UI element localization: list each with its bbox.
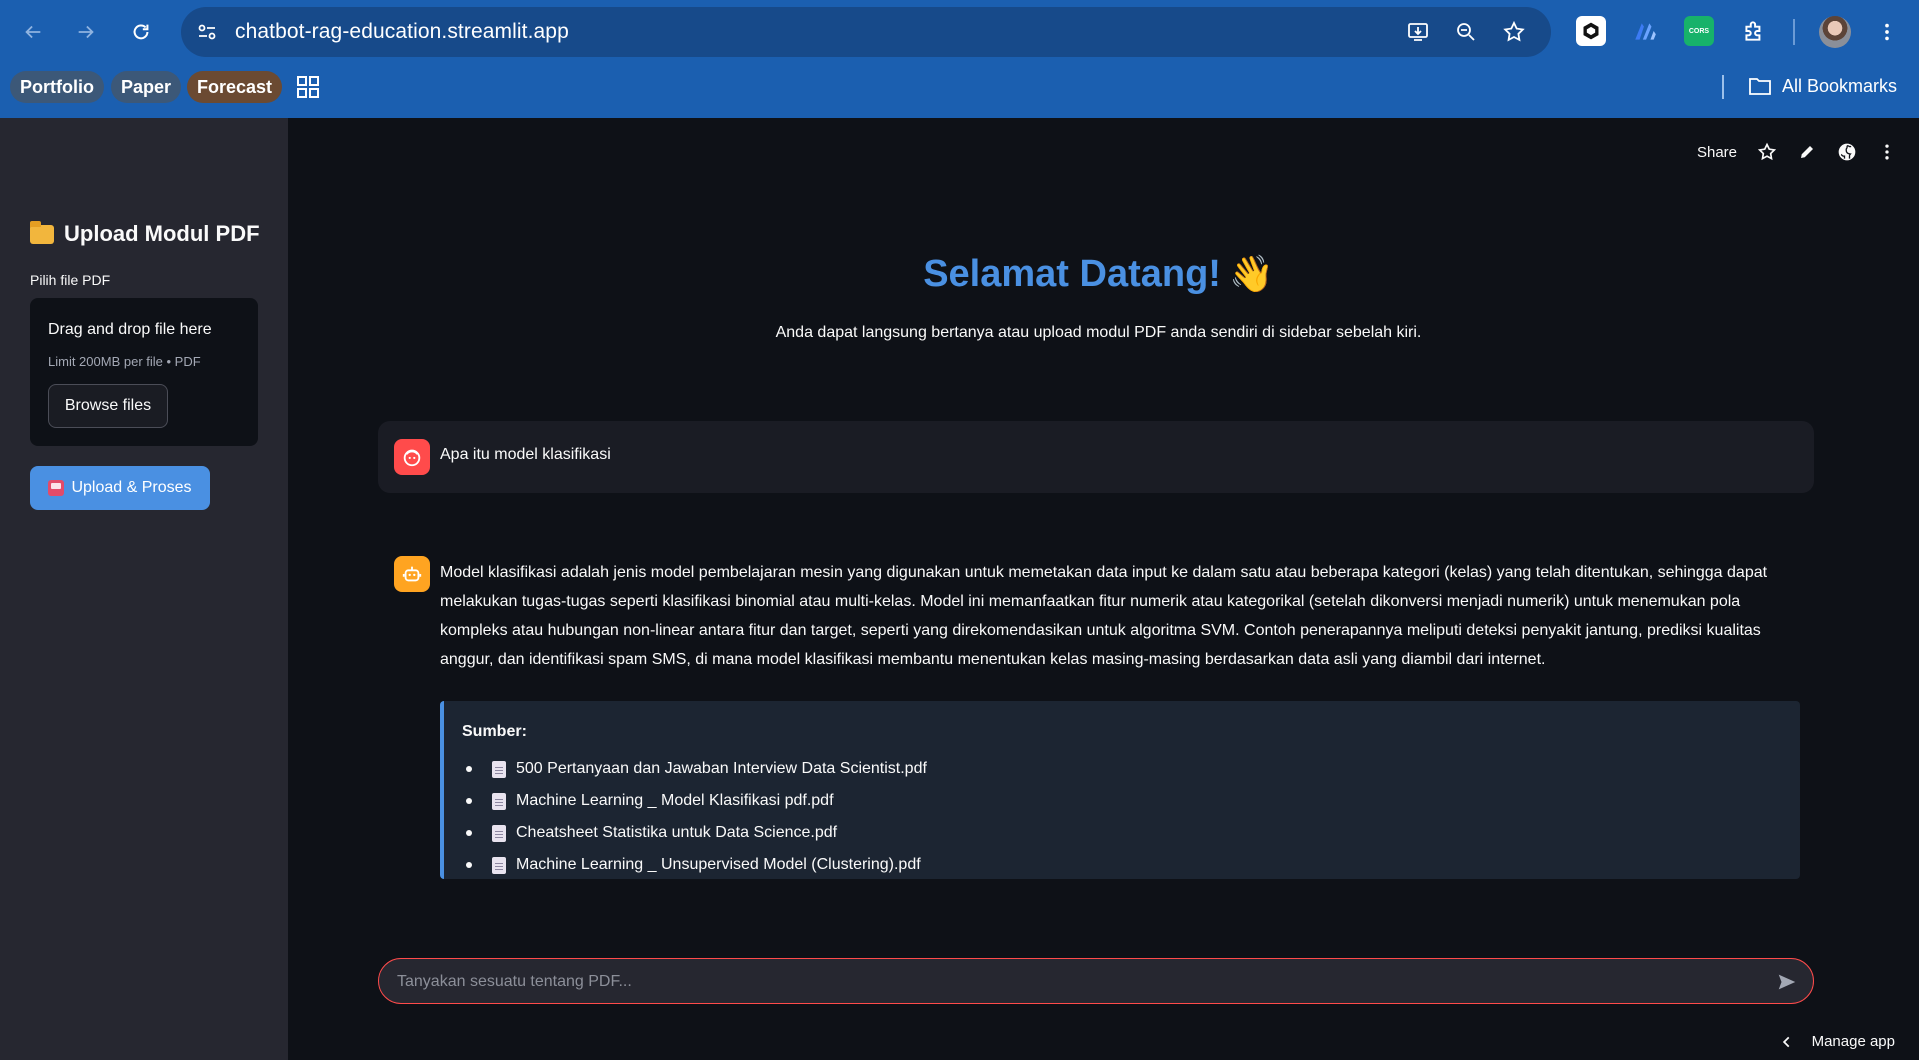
arrow-left-icon (25, 25, 41, 39)
app-toolbar: Share (1697, 142, 1897, 162)
bullet (466, 830, 472, 836)
address-bar[interactable]: chatbot-rag-education.streamlit.app (181, 7, 1551, 57)
inbox-tray-icon (48, 480, 65, 496)
source-item: Cheatsheet Statistika untuk Data Science… (462, 817, 927, 849)
robot-icon (402, 566, 422, 582)
github-icon (1838, 143, 1856, 161)
dropzone-limit: Limit 200MB per file • PDF (48, 354, 201, 369)
toolbar-divider (1793, 19, 1795, 45)
source-name: Machine Learning _ Model Klasifikasi pdf… (516, 792, 834, 809)
chat-input[interactable] (397, 968, 1757, 996)
install-icon (1408, 23, 1428, 41)
reload-icon (133, 24, 149, 40)
document-icon (492, 760, 506, 778)
all-bookmarks-label: All Bookmarks (1782, 75, 1898, 96)
star-icon (1757, 142, 1777, 161)
more-vertical-icon (1885, 23, 1889, 41)
reload-button[interactable] (122, 13, 160, 51)
document-icon (492, 856, 506, 874)
folder-outline-icon (1749, 78, 1771, 95)
sidebar: Upload Modul PDF Pilih file PDF Drag and… (0, 118, 288, 1060)
app-menu-button[interactable] (1877, 142, 1897, 162)
bullet (466, 766, 472, 772)
document-icon (492, 792, 506, 810)
site-settings-icon[interactable] (195, 20, 219, 44)
user-face-icon (403, 449, 421, 467)
profile-avatar[interactable] (1819, 16, 1851, 48)
source-item: Machine Learning _ Model Klasifikasi pdf… (462, 785, 927, 817)
bullet (466, 862, 472, 868)
install-app-button[interactable] (1404, 18, 1432, 46)
streamlit-extension[interactable] (1630, 16, 1660, 46)
pencil-icon (1801, 146, 1813, 158)
zoom-out-icon (1457, 23, 1475, 41)
star-outline-icon (1503, 20, 1525, 42)
user-message: Apa itu model klasifikasi (378, 421, 1814, 493)
extensions-button[interactable] (1739, 16, 1769, 46)
apps-grid-icon[interactable] (296, 75, 320, 99)
source-name: Machine Learning _ Unsupervised Model (C… (516, 856, 921, 873)
edit-button[interactable] (1797, 142, 1817, 162)
file-uploader-label: Pilih file PDF (30, 272, 111, 288)
share-button[interactable]: Share (1697, 144, 1737, 161)
sources-list: 500 Pertanyaan dan Jawaban Interview Dat… (462, 753, 927, 881)
back-button[interactable] (14, 13, 52, 51)
assistant-message-text: Model klasifikasi adalah jenis model pem… (440, 564, 1768, 668)
browser-toolbar: chatbot-rag-education.streamlit.app CORS (0, 0, 1919, 64)
puzzle-icon (1745, 21, 1761, 41)
upload-process-label: Upload & Proses (71, 479, 192, 496)
bookmark-star-button[interactable] (1500, 18, 1528, 46)
send-button[interactable] (1775, 970, 1799, 994)
browse-files-button[interactable]: Browse files (48, 384, 168, 428)
welcome-heading: Selamat Datang! 👋 (288, 253, 1909, 296)
send-icon (1778, 974, 1796, 990)
waving-hand-icon: 👋 (1228, 253, 1274, 294)
browser-menu-button[interactable] (1868, 13, 1906, 51)
user-avatar (394, 439, 430, 475)
bookmark-portfolio[interactable]: Portfolio (10, 71, 104, 103)
bookmark-paper[interactable]: Paper (111, 71, 182, 103)
welcome-text: Selamat Datang! (923, 253, 1221, 295)
source-name: 500 Pertanyaan dan Jawaban Interview Dat… (516, 760, 927, 777)
main-content: Share Selamat Datang! 👋 Anda dapat langsu… (288, 118, 1919, 1060)
bullet (466, 798, 472, 804)
sources-box: Sumber: 500 Pertanyaan dan Jawaban Inter… (440, 701, 1800, 879)
zoom-button[interactable] (1452, 18, 1480, 46)
source-item: 500 Pertanyaan dan Jawaban Interview Dat… (462, 753, 927, 785)
arrow-right-icon (78, 25, 94, 39)
assistant-avatar (394, 556, 430, 592)
manage-app-label: Manage app (1811, 1033, 1895, 1050)
browser-chrome: chatbot-rag-education.streamlit.app CORS (0, 0, 1919, 118)
dropzone-title: Drag and drop file here (48, 321, 212, 338)
sources-title: Sumber: (462, 723, 527, 740)
source-name: Cheatsheet Statistika untuk Data Science… (516, 824, 838, 841)
chevron-left-icon (1782, 1036, 1789, 1047)
more-vertical-icon (1885, 144, 1889, 160)
forward-button[interactable] (67, 13, 105, 51)
bookmark-forecast[interactable]: Forecast (187, 71, 283, 103)
cors-extension[interactable]: CORS (1684, 16, 1714, 46)
manage-app-button[interactable]: Manage app (1780, 1033, 1895, 1050)
source-item: Machine Learning _ Unsupervised Model (C… (462, 849, 927, 881)
sidebar-title: Upload Modul PDF (30, 220, 260, 247)
bookmarks-bar: Portfolio Paper Forecast All Bookmarks (0, 64, 1919, 118)
file-dropzone[interactable]: Drag and drop file here Limit 200MB per … (30, 298, 258, 446)
github-button[interactable] (1837, 142, 1857, 162)
cors-icon: CORS (1688, 27, 1710, 35)
welcome-subtitle: Anda dapat langsung bertanya atau upload… (775, 324, 1422, 341)
streamlit-icon (1635, 23, 1656, 40)
cursor-extension[interactable] (1576, 16, 1606, 46)
all-bookmarks-button[interactable]: All Bookmarks (1748, 70, 1897, 102)
upload-process-button[interactable]: Upload & Proses (30, 466, 210, 510)
user-message-text: Apa itu model klasifikasi (440, 446, 611, 463)
favorite-button[interactable] (1757, 142, 1777, 162)
bookmarks-divider (1722, 75, 1724, 99)
cursor-icon (1583, 22, 1599, 40)
folder-icon (30, 220, 54, 244)
document-icon (492, 824, 506, 842)
sidebar-title-text: Upload Modul PDF (64, 221, 260, 246)
chat-input-container (378, 958, 1814, 1004)
url-text[interactable]: chatbot-rag-education.streamlit.app (235, 20, 569, 44)
